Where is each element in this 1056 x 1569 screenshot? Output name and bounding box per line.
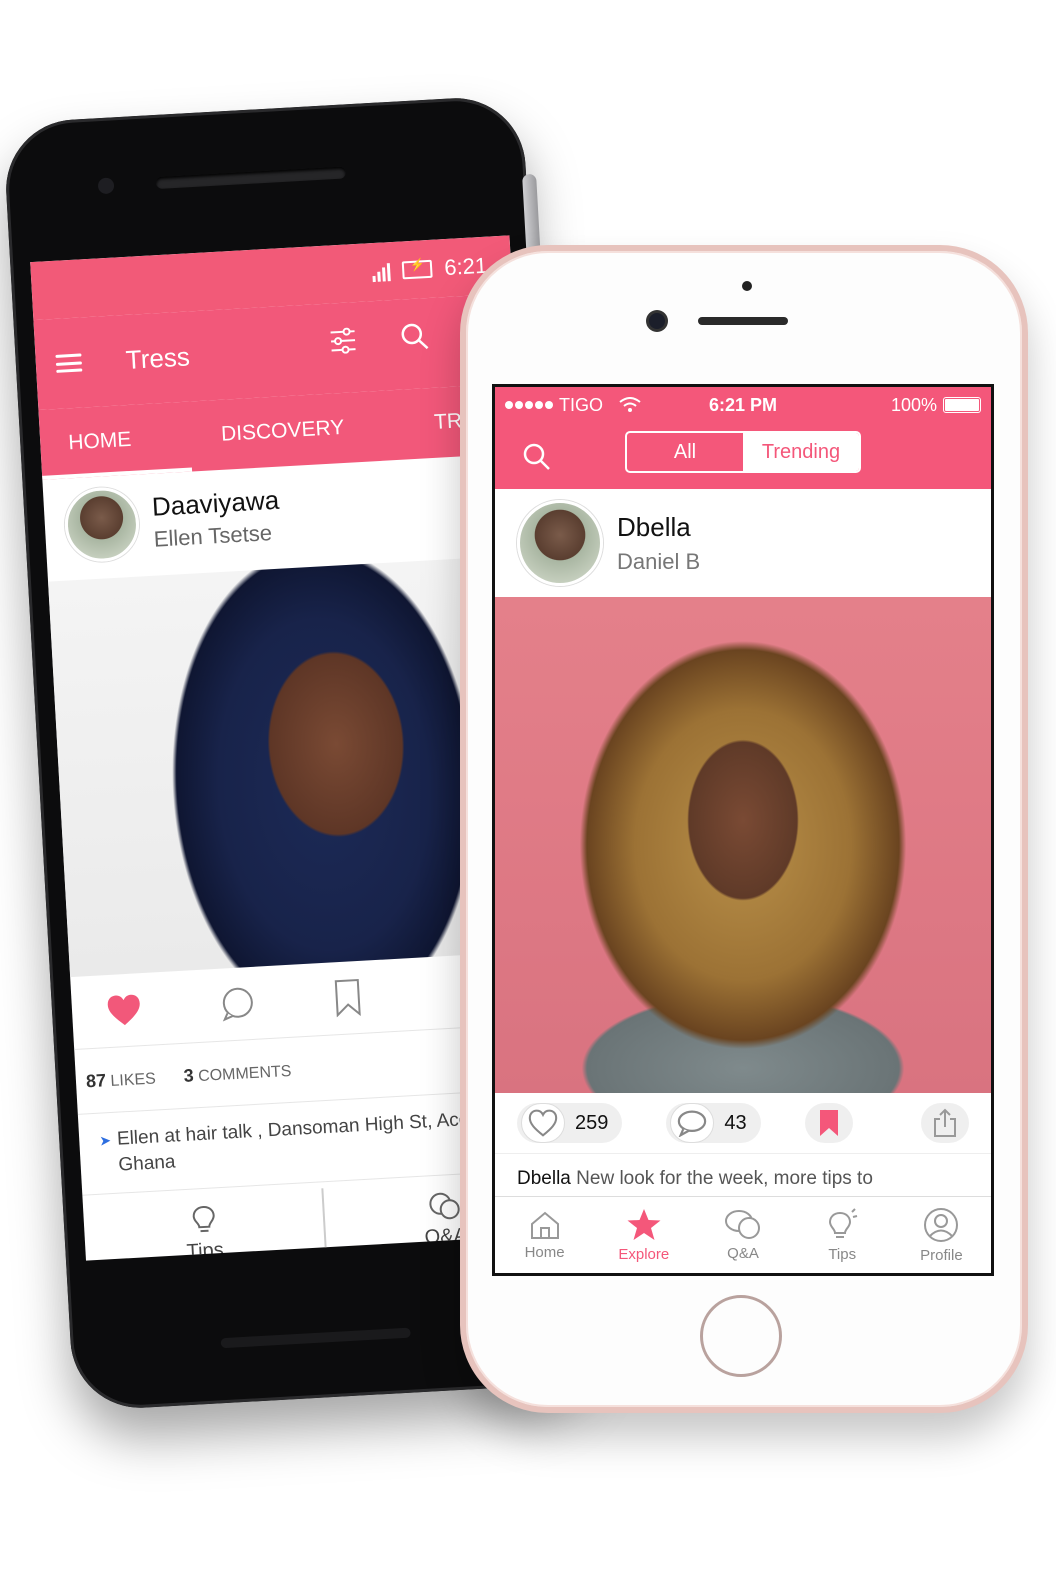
- iphone-status-bar: TIGO 6:21 PM 100%: [495, 387, 991, 423]
- comment-bubble-icon: [670, 1103, 715, 1143]
- qa-bubbles-icon: [725, 1209, 760, 1239]
- lightbulb-icon: [192, 1205, 215, 1232]
- hamburger-menu-icon[interactable]: [55, 353, 83, 373]
- earpiece-speaker: [155, 166, 347, 190]
- avatar[interactable]: [62, 485, 141, 564]
- heart-icon[interactable]: [105, 992, 143, 1028]
- tab-discovery[interactable]: DISCOVERY: [220, 416, 344, 447]
- likes-stat[interactable]: 87 LIKES: [85, 1067, 156, 1092]
- front-camera: [97, 177, 115, 195]
- nav-tips[interactable]: Tips: [82, 1182, 326, 1261]
- location-arrow-icon: ➤: [98, 1132, 112, 1149]
- lightbulb-icon: [829, 1207, 858, 1238]
- proximity-sensor: [742, 281, 752, 291]
- bottom-speaker: [220, 1327, 411, 1349]
- tab-qa[interactable]: Q&A: [693, 1197, 792, 1273]
- segment-trending[interactable]: Trending: [743, 433, 859, 471]
- signal-icon: [372, 261, 391, 283]
- segment-all[interactable]: All: [627, 433, 743, 471]
- home-button[interactable]: [700, 1295, 782, 1377]
- post-author-name: Ellen Tsetse: [153, 519, 273, 552]
- app-title: Tress: [124, 340, 191, 375]
- status-time: 6:21 PM: [708, 394, 778, 415]
- like-count: 259: [575, 1111, 609, 1134]
- bookmark-filled-icon[interactable]: [804, 1103, 853, 1143]
- feed-segmented-control: All Trending: [625, 431, 861, 473]
- like-button[interactable]: 259: [517, 1103, 623, 1143]
- post-caption: Dbella New look for the week, more tips …: [495, 1153, 991, 1198]
- star-icon: [627, 1208, 661, 1240]
- share-icon[interactable]: [921, 1103, 969, 1143]
- search-icon[interactable]: [523, 443, 551, 471]
- post-author-name: Daniel B: [617, 548, 701, 574]
- profile-icon: [924, 1207, 959, 1242]
- post-actions: 259 43: [495, 1093, 991, 1153]
- iphone-header: TIGO 6:21 PM 100% All Trending: [495, 387, 991, 489]
- tab-home[interactable]: HOME: [68, 428, 132, 455]
- post-photo[interactable]: [495, 597, 991, 1093]
- post-username[interactable]: Dbella: [617, 512, 700, 543]
- search-icon[interactable]: [396, 318, 434, 356]
- iphone-tab-bar: Home Explore Q&A Tips Profile: [495, 1196, 991, 1273]
- earpiece-speaker: [698, 317, 788, 325]
- front-camera: [649, 313, 665, 329]
- filter-sliders-icon[interactable]: [324, 322, 362, 360]
- tab-profile[interactable]: Profile: [892, 1197, 991, 1273]
- post-username[interactable]: Daaviyawa: [151, 484, 280, 522]
- heart-outline-icon: [521, 1103, 565, 1143]
- comment-count: 43: [724, 1111, 747, 1134]
- comment-bubble-icon[interactable]: [219, 985, 257, 1023]
- battery-charging-icon: [401, 259, 433, 280]
- tab-home[interactable]: Home: [495, 1197, 594, 1273]
- avatar[interactable]: [517, 500, 603, 586]
- home-icon: [530, 1211, 559, 1239]
- qa-bubbles-icon: [428, 1192, 460, 1219]
- tab-explore[interactable]: Explore: [594, 1197, 693, 1273]
- comment-button[interactable]: 43: [666, 1103, 761, 1143]
- caption-username[interactable]: Dbella: [517, 1168, 571, 1189]
- caption-text: New look for the week, more tips to: [576, 1168, 873, 1189]
- comments-stat[interactable]: 3 COMMENTS: [183, 1059, 292, 1086]
- iphone-screen: TIGO 6:21 PM 100% All Trending Dbella Da…: [492, 384, 994, 1276]
- post-header: Dbella Daniel B: [495, 489, 991, 597]
- bookmark-icon[interactable]: [333, 978, 363, 1018]
- iphone-phone: TIGO 6:21 PM 100% All Trending Dbella Da…: [460, 245, 1028, 1413]
- tab-tips[interactable]: Tips: [793, 1197, 892, 1273]
